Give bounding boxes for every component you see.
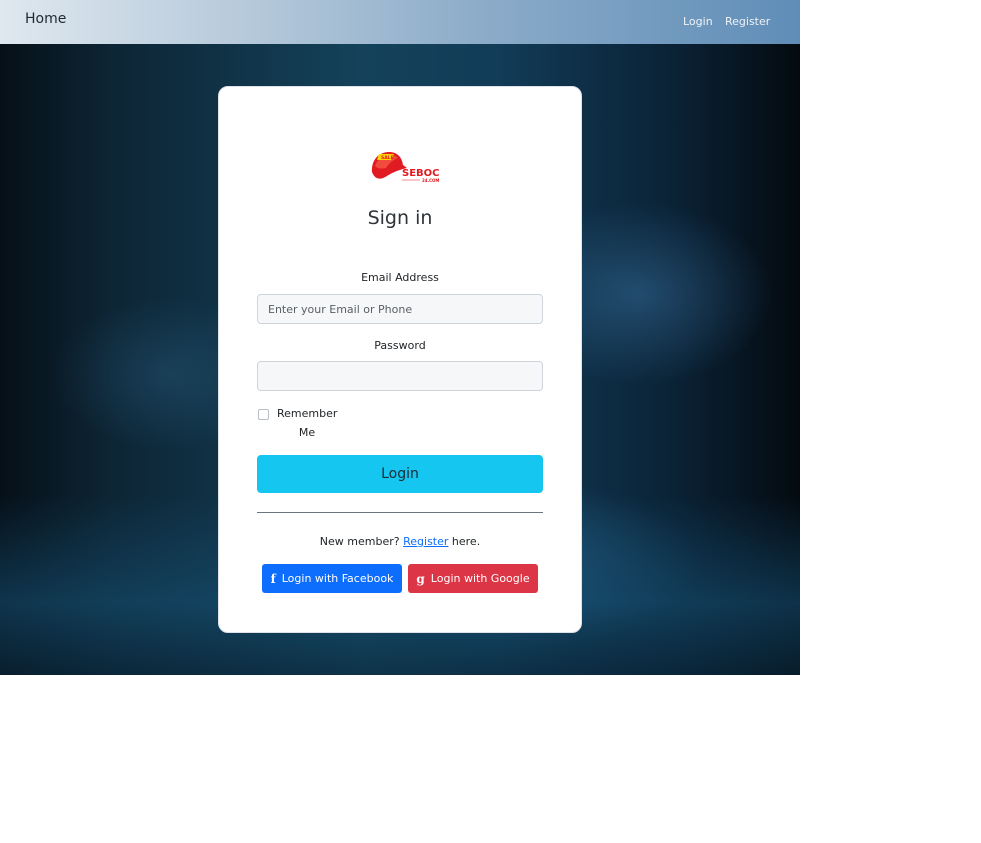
- nav-register-link[interactable]: Register: [725, 15, 770, 28]
- svg-text:SALE: SALE: [381, 155, 394, 161]
- signin-card: SALE SEBOC 24.COM Sign in Email Address …: [218, 86, 582, 633]
- facebook-login-button[interactable]: f Login with Facebook: [262, 564, 402, 593]
- facebook-login-label: Login with Facebook: [281, 572, 394, 585]
- register-link[interactable]: Register: [403, 535, 448, 548]
- remember-me-checkbox[interactable]: [258, 409, 269, 420]
- register-prompt: New member? Register here.: [219, 535, 581, 548]
- remember-me-label-line1: Remember: [277, 407, 338, 420]
- facebook-icon: f: [270, 571, 276, 586]
- logo-subtext: 24.COM: [422, 178, 439, 183]
- google-login-label: Login with Google: [430, 572, 530, 585]
- page-title: Sign in: [367, 207, 433, 229]
- password-label: Password: [374, 339, 426, 352]
- remember-me-label: Remember Me: [277, 404, 337, 442]
- remember-me-label-line2: Me: [298, 426, 316, 439]
- divider: [257, 512, 543, 513]
- register-suffix: here.: [451, 535, 481, 548]
- home-link[interactable]: Home: [25, 11, 66, 27]
- email-input[interactable]: [257, 294, 543, 324]
- seboc-logo: SALE SEBOC 24.COM: [371, 152, 440, 183]
- nav-login-link[interactable]: Login: [683, 15, 713, 28]
- hero-background: SALE SEBOC 24.COM Sign in Email Address …: [0, 44, 800, 675]
- email-label: Email Address: [361, 271, 439, 284]
- login-button[interactable]: Login: [257, 455, 543, 493]
- register-prefix: New member?: [319, 535, 400, 548]
- google-icon: g: [416, 571, 425, 586]
- top-navbar: Home Login Register: [0, 0, 800, 44]
- password-input[interactable]: [257, 361, 543, 391]
- google-login-button[interactable]: g Login with Google: [408, 564, 538, 593]
